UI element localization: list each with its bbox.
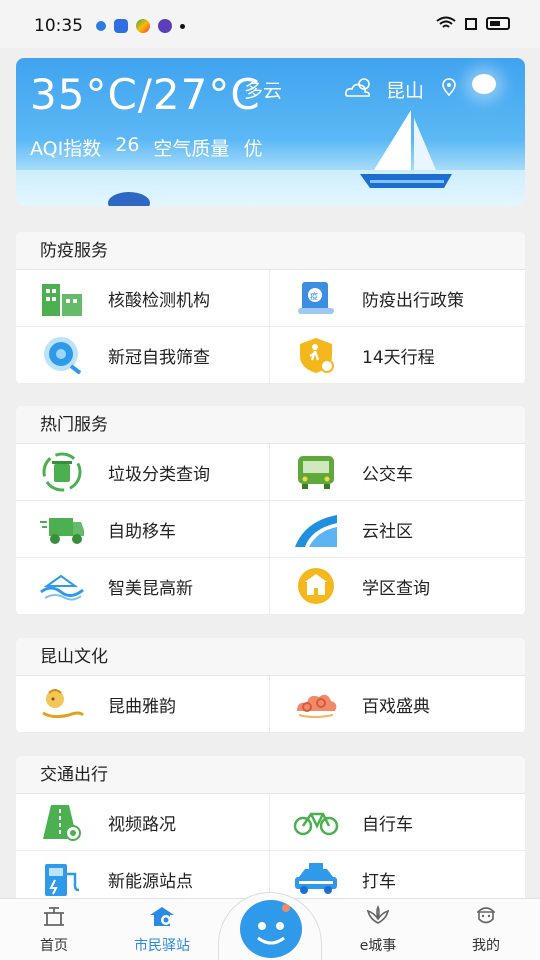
charging-station-icon — [38, 858, 86, 900]
service-label: 新能源站点 — [108, 871, 193, 892]
nav-label: 我的 — [472, 938, 500, 954]
taxi-icon — [292, 858, 340, 900]
service-label: 防疫出行政策 — [362, 290, 464, 311]
service-label: 自行车 — [362, 814, 413, 835]
section-popular-services: 热门服务 垃圾分类查询 公交车 自助移车 云社区 智美昆高新 学区查询 — [16, 406, 525, 615]
section-transportation: 交通出行 视频路况 自行车 新能源站点 打车 — [16, 756, 525, 908]
nav-label: e城事 — [359, 938, 397, 954]
message-notification-icon — [114, 19, 128, 33]
status-bar: 10:35 — [0, 0, 540, 48]
more-notifications-icon — [180, 23, 185, 29]
section-kunshan-culture: 昆山文化 昆曲雅韵 百戏盛典 — [16, 638, 525, 733]
service-bicycle[interactable]: 自行车 — [270, 794, 525, 851]
service-label: 智美昆高新 — [108, 578, 193, 599]
city-name: 昆山 — [386, 80, 425, 102]
opera-icon — [38, 683, 86, 725]
service-label: 学区查询 — [362, 578, 430, 599]
section-title: 防疫服务 — [16, 232, 525, 270]
auspicious-cloud-icon — [292, 683, 340, 725]
service-label: 昆曲雅韵 — [108, 696, 176, 717]
service-label: 核酸检测机构 — [108, 290, 210, 311]
section-title: 交通出行 — [16, 756, 525, 794]
section-title: 昆山文化 — [16, 638, 525, 676]
weather-card[interactable]: 35°C/27°C 多云 昆山 AQI指数 26 空气质量 优 — [16, 58, 525, 206]
service-label: 百戏盛典 — [362, 696, 430, 717]
home-icon — [44, 907, 64, 926]
service-school-district[interactable]: 学区查询 — [270, 558, 525, 615]
status-time: 10:35 — [34, 16, 83, 36]
lotus-icon — [366, 905, 390, 924]
service-self-move-car[interactable]: 自助移车 — [16, 501, 270, 558]
sailboat-icon — [360, 110, 452, 188]
walking-shield-icon — [292, 334, 340, 376]
school-icon — [292, 565, 340, 607]
virus-search-icon — [38, 334, 86, 376]
nav-e-city[interactable]: e城事 — [338, 905, 418, 955]
city-wave-icon — [38, 565, 86, 607]
service-nucleic-test[interactable]: 核酸检测机构 — [16, 270, 270, 327]
service-bus[interactable]: 公交车 — [270, 444, 525, 501]
mascot-icon[interactable] — [240, 900, 302, 958]
sun-decoration — [472, 74, 496, 94]
aqi-value: 26 — [115, 134, 140, 156]
app-notification-icon — [96, 21, 106, 31]
location-pin-icon — [442, 78, 456, 96]
play-store-notification-icon — [136, 19, 150, 33]
nav-label: 首页 — [40, 938, 68, 954]
service-label: 打车 — [362, 871, 396, 892]
service-label: 云社区 — [362, 521, 413, 542]
service-self-screening[interactable]: 新冠自我筛查 — [16, 327, 270, 384]
weather-condition: 多云 — [244, 80, 283, 102]
service-video-traffic[interactable]: 视频路况 — [16, 794, 270, 851]
service-travel-policy[interactable]: 疫 防疫出行政策 — [270, 270, 525, 327]
service-label: 自助移车 — [108, 521, 176, 542]
system-indicators — [436, 16, 510, 30]
car-move-icon — [38, 508, 86, 550]
service-label: 新冠自我筛查 — [108, 347, 210, 368]
quality-label: 空气质量 — [153, 138, 230, 160]
battery-icon — [486, 16, 510, 30]
service-kunqu-opera[interactable]: 昆曲雅韵 — [16, 676, 270, 733]
bicycle-icon — [292, 801, 340, 843]
podcast-notification-icon — [158, 19, 172, 33]
nav-citizen-station[interactable]: 市民驿站 — [122, 905, 202, 955]
air-quality-row: AQI指数 26 空气质量 优 — [30, 134, 262, 161]
profile-icon — [477, 907, 495, 924]
section-epidemic-services: 防疫服务 核酸检测机构 疫 防疫出行政策 新冠自我筛查 14天行程 — [16, 232, 525, 384]
notification-icons — [96, 19, 185, 33]
nav-mine[interactable]: 我的 — [446, 905, 526, 955]
service-garbage-sorting[interactable]: 垃圾分类查询 — [16, 444, 270, 501]
bus-icon — [292, 451, 340, 493]
svg-text:疫: 疫 — [310, 291, 318, 301]
station-icon — [150, 907, 174, 926]
service-label: 视频路况 — [108, 814, 176, 835]
wifi-icon — [436, 16, 456, 28]
service-label: 垃圾分类查询 — [108, 464, 210, 485]
policy-scroll-icon: 疫 — [292, 277, 340, 319]
service-label: 14天行程 — [362, 347, 435, 368]
road-camera-icon — [38, 801, 86, 843]
quality-value: 优 — [243, 138, 263, 160]
section-title: 热门服务 — [16, 406, 525, 444]
service-cloud-community[interactable]: 云社区 — [270, 501, 525, 558]
sim-icon — [465, 18, 477, 30]
temperature-range: 35°C/27°C — [30, 70, 261, 119]
service-opera-festival[interactable]: 百戏盛典 — [270, 676, 525, 733]
service-kunshan-hightech[interactable]: 智美昆高新 — [16, 558, 270, 615]
aqi-label: AQI指数 — [30, 138, 102, 160]
community-icon — [292, 508, 340, 550]
building-icon — [38, 277, 86, 319]
nav-label: 市民驿站 — [134, 938, 190, 954]
nav-home[interactable]: 首页 — [14, 905, 94, 955]
service-14-day-itinerary[interactable]: 14天行程 — [270, 327, 525, 384]
partly-cloudy-icon — [344, 78, 370, 97]
recycle-bin-icon — [38, 451, 86, 493]
service-label: 公交车 — [362, 464, 413, 485]
